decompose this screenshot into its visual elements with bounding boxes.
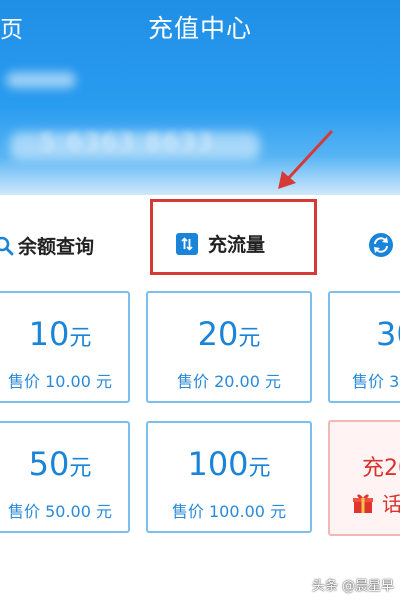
- card-amount: 30: [376, 315, 400, 353]
- promo-title: 充20: [362, 456, 400, 481]
- card-price: 售价 10.00 元: [8, 372, 112, 391]
- card-amount: 50元: [0, 445, 128, 483]
- card-amount-unit: 元: [69, 456, 92, 481]
- card-amount-value: 30: [376, 315, 400, 353]
- card-amount: 100元: [148, 445, 310, 483]
- watermark: 头条 @晨星早: [311, 579, 394, 594]
- card-amount: 20元: [148, 315, 310, 353]
- refresh-icon: [369, 233, 393, 257]
- card-amount-value: 10: [28, 315, 70, 353]
- gift-icon: [353, 494, 373, 513]
- card-amount-value: 100: [187, 445, 249, 483]
- card-amount-unit: 元: [238, 326, 261, 351]
- recharge-card-10[interactable]: 10元 售价 10.00 元: [0, 291, 130, 403]
- tab-balance-query[interactable]: 余额查询: [0, 232, 94, 259]
- recharge-card-100[interactable]: 100元 售价 100.00 元: [146, 421, 312, 533]
- card-amount-unit: 元: [69, 326, 92, 351]
- card-price: 售价 100.00 元: [171, 502, 287, 521]
- promo-subtitle: 话: [382, 492, 400, 516]
- card-amount: 10元: [0, 315, 128, 353]
- phone-number-blurred: 5 6363 8633: [40, 128, 215, 156]
- card-price: 售价 20.00 元: [177, 372, 281, 391]
- card-amount-value: 20: [197, 315, 239, 353]
- blurred-account-label: [6, 72, 76, 88]
- search-icon: [0, 236, 14, 255]
- promo-card[interactable]: 充20 话: [328, 420, 400, 536]
- card-amount-value: 50: [28, 445, 70, 483]
- tab-label: 充流量: [208, 234, 266, 256]
- card-amount-unit: 元: [248, 456, 271, 481]
- recharge-card-30[interactable]: 30 售价 3: [328, 291, 400, 403]
- tab-refresh[interactable]: [368, 232, 394, 258]
- card-price: 售价 50.00 元: [8, 502, 112, 521]
- tab-label: 余额查询: [18, 236, 95, 258]
- page-title: 充值中心: [147, 14, 252, 43]
- header-banner: 页 充值中心 5 6363 8633: [0, 0, 400, 195]
- recharge-card-20[interactable]: 20元 售价 20.00 元: [146, 291, 312, 403]
- tab-recharge-data[interactable]: 充流量: [176, 230, 265, 257]
- card-price: 售价 3: [352, 372, 400, 391]
- flow-icon: [176, 232, 198, 255]
- promo-subtitle-row: 话: [352, 488, 400, 517]
- annotation-arrow-icon: [278, 129, 334, 189]
- recharge-card-50[interactable]: 50元 售价 50.00 元: [0, 421, 130, 533]
